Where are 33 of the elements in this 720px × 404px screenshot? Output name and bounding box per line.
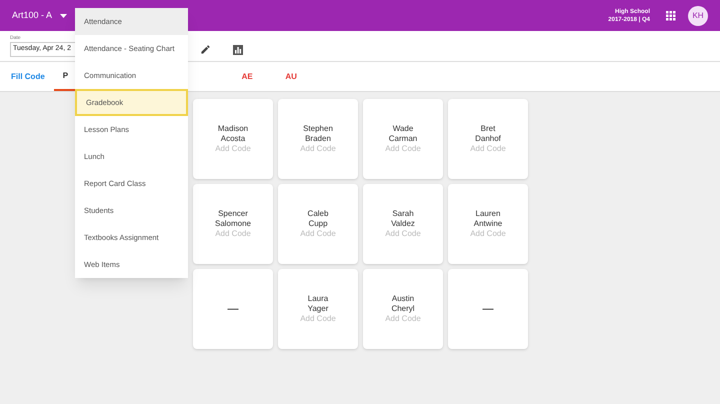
student-card[interactable]: Madison Acosta Add Code [193,99,273,179]
student-name: Spencer Salomone [214,209,252,229]
empty-mark: — [482,302,494,317]
student-name: Stephen Braden [303,124,333,144]
code-tab[interactable]: Fill Code [2,62,54,91]
student-name: Wade Carman [388,124,418,144]
student-card[interactable]: Spencer Salomone Add Code [193,184,273,264]
empty-seat[interactable]: — [448,269,528,349]
pencil-icon[interactable] [200,44,211,55]
student-name: Sarah Valdez [391,209,415,229]
student-name: Austin Cheryl [391,294,415,314]
student-name: Madison Acosta [218,124,248,144]
code-tab[interactable]: AU [269,62,314,91]
student-card[interactable]: Wade Carman Add Code [363,99,443,179]
caret-icon [60,14,68,18]
class-selector[interactable]: Art100 - A [12,8,68,22]
apps-grid-icon[interactable] [666,10,676,20]
student-card[interactable]: Lauren Antwine Add Code [448,184,528,264]
student-card[interactable]: Laura Yager Add Code [278,269,358,349]
student-card[interactable]: Sarah Valdez Add Code [363,184,443,264]
student-card[interactable]: Stephen Braden Add Code [278,99,358,179]
empty-seat[interactable]: — [193,269,273,349]
student-card[interactable]: Austin Cheryl Add Code [363,269,443,349]
user-avatar[interactable]: KH [688,6,708,26]
empty-mark: — [228,302,238,317]
student-card[interactable]: Bret Danhof Add Code [448,99,528,179]
code-tab[interactable]: AE [225,62,270,91]
student-name: Caleb Cupp [308,209,328,229]
student-card[interactable]: Caleb Cupp Add Code [278,184,358,264]
student-name: Bret Danhof [475,124,501,144]
student-name: Lauren Antwine [474,209,502,229]
student-name: Laura Yager [308,294,328,314]
chart-icon[interactable] [233,45,243,55]
